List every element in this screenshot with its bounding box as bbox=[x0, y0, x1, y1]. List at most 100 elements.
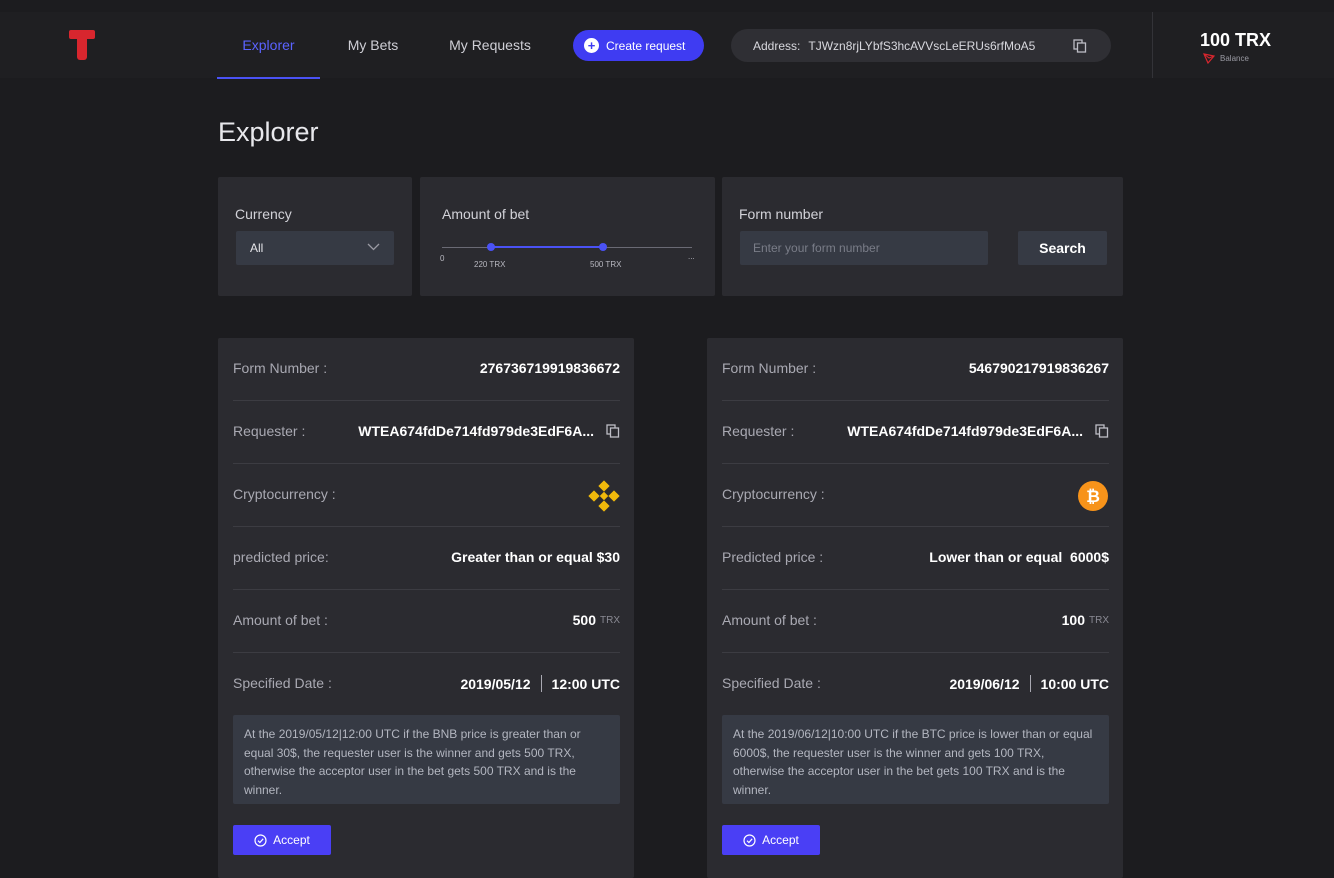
amount-slider-high-handle[interactable] bbox=[599, 243, 607, 251]
tron-icon bbox=[1203, 53, 1215, 64]
page-title: Explorer bbox=[218, 117, 319, 147]
copy-icon[interactable] bbox=[1095, 424, 1109, 438]
cryptocurrency-row: Cryptocurrency : bbox=[233, 464, 620, 527]
predicted-price-value: Lower than or equal 6000$ bbox=[929, 549, 1109, 565]
requester-value-group: WTEA674fdDe714fd979de3EdF6A... bbox=[358, 423, 620, 439]
amount-row: Amount of bet : 500 TRX bbox=[233, 590, 620, 653]
bet-card: Form Number : 276736719919836672 Request… bbox=[218, 338, 634, 878]
specified-date-key: Specified Date : bbox=[722, 675, 821, 691]
specified-date-row: Specified Date : 2019/05/12 12:00 UTC bbox=[233, 653, 620, 716]
form-number-filter-panel: Form number Search bbox=[722, 177, 1123, 296]
tab-my-bets[interactable]: My Bets bbox=[330, 12, 416, 78]
address-value: TJWzn8rjLYbfS3hcAVVscLeERUs6rfMoA5 bbox=[808, 38, 1036, 53]
active-tab-indicator bbox=[217, 77, 320, 79]
address-label: Address: bbox=[753, 38, 801, 53]
amount-value-group: 100 TRX bbox=[1062, 612, 1109, 628]
amount-value: 100 bbox=[1061, 612, 1085, 628]
balance-label: Balance bbox=[1220, 54, 1249, 63]
svg-text:₿: ₿ bbox=[1086, 487, 1100, 507]
cryptocurrency-key: Cryptocurrency : bbox=[722, 486, 825, 502]
amount-row: Amount of bet : 100 TRX bbox=[722, 590, 1109, 653]
date-value: 2019/06/12 bbox=[949, 675, 1020, 692]
predicted-price-row: predicted price: Greater than or equal $… bbox=[233, 527, 620, 590]
amount-unit: TRX bbox=[1089, 614, 1109, 626]
balance-amount: 100 TRX bbox=[1200, 30, 1272, 50]
time-value: 10:00 UTC bbox=[1040, 675, 1109, 692]
amount-value-group: 500 TRX bbox=[573, 612, 620, 628]
amount-key: Amount of bet : bbox=[722, 612, 817, 628]
requester-row: Requester : WTEA674fdDe714fd979de3EdF6A.… bbox=[722, 401, 1109, 464]
date-value: 2019/05/12 bbox=[460, 675, 531, 692]
requester-key: Requester : bbox=[233, 423, 306, 439]
cryptocurrency-value: ₿ bbox=[1077, 480, 1109, 512]
predicted-price-key: Predicted price : bbox=[722, 549, 824, 565]
bnb-icon bbox=[588, 480, 620, 512]
check-circle-icon bbox=[743, 833, 756, 847]
specified-date-value-group: 2019/06/12 10:00 UTC bbox=[949, 675, 1109, 692]
date-separator bbox=[1029, 675, 1031, 692]
predicted-price-key: predicted price: bbox=[233, 549, 329, 565]
bet-description: At the 2019/06/12|10:00 UTC if the BTC p… bbox=[722, 715, 1109, 804]
accept-button[interactable]: Accept bbox=[722, 825, 820, 855]
form-number-row: Form Number : 546790217919836267 bbox=[722, 338, 1109, 401]
currency-select-value: All bbox=[250, 241, 264, 255]
requester-value-group: WTEA674fdDe714fd979de3EdF6A... bbox=[847, 423, 1109, 439]
slider-min-label: 0 bbox=[440, 254, 445, 263]
form-number-key: Form Number : bbox=[233, 360, 328, 376]
top-bar: Explorer My Bets My Requests + Create re… bbox=[0, 12, 1334, 78]
specified-date-row: Specified Date : 2019/06/12 10:00 UTC bbox=[722, 653, 1109, 716]
amount-unit: TRX bbox=[600, 614, 620, 626]
form-number-row: Form Number : 276736719919836672 bbox=[233, 338, 620, 401]
amount-key: Amount of bet : bbox=[233, 612, 328, 628]
slider-high-label: 500 TRX bbox=[590, 260, 622, 269]
form-number-label: Form number bbox=[739, 206, 824, 222]
copy-icon[interactable] bbox=[606, 424, 620, 438]
specified-date-value-group: 2019/05/12 12:00 UTC bbox=[460, 675, 620, 692]
slider-max-label: ... bbox=[688, 252, 695, 261]
create-request-label: Create request bbox=[606, 38, 686, 53]
cryptocurrency-value bbox=[588, 480, 620, 512]
create-request-button[interactable]: + Create request bbox=[573, 30, 704, 61]
tab-explorer[interactable]: Explorer bbox=[217, 12, 320, 78]
form-number-input[interactable] bbox=[740, 231, 988, 265]
amount-slider-range bbox=[491, 246, 603, 248]
form-number-value: 546790217919836267 bbox=[968, 360, 1109, 376]
check-circle-icon bbox=[254, 833, 267, 847]
balance-label-row: Balance bbox=[1203, 53, 1249, 64]
chevron-down-icon bbox=[367, 243, 380, 251]
form-number-value: 276736719919836672 bbox=[479, 360, 620, 376]
currency-filter-panel: Currency All bbox=[218, 177, 412, 296]
amount-filter-panel: Amount of bet 0 220 TRX 500 TRX ... bbox=[420, 177, 715, 296]
cryptocurrency-row: Cryptocurrency : ₿ bbox=[722, 464, 1109, 527]
amount-value: 500 bbox=[572, 612, 596, 628]
time-value: 12:00 UTC bbox=[551, 675, 620, 692]
accept-label: Accept bbox=[273, 833, 310, 847]
specified-date-key: Specified Date : bbox=[233, 675, 332, 691]
copy-icon[interactable] bbox=[1073, 39, 1087, 53]
search-button[interactable]: Search bbox=[1018, 231, 1107, 265]
form-number-key: Form Number : bbox=[722, 360, 817, 376]
requester-key: Requester : bbox=[722, 423, 795, 439]
requester-value: WTEA674fdDe714fd979de3EdF6A... bbox=[358, 423, 594, 439]
predicted-price-row: Predicted price : Lower than or equal 60… bbox=[722, 527, 1109, 590]
amount-label: Amount of bet bbox=[442, 206, 530, 222]
date-separator bbox=[540, 675, 542, 692]
requester-value: WTEA674fdDe714fd979de3EdF6A... bbox=[847, 423, 1083, 439]
cryptocurrency-key: Cryptocurrency : bbox=[233, 486, 336, 502]
slider-low-label: 220 TRX bbox=[474, 260, 506, 269]
plus-icon: + bbox=[584, 38, 599, 53]
accept-button[interactable]: Accept bbox=[233, 825, 331, 855]
requester-row: Requester : WTEA674fdDe714fd979de3EdF6A.… bbox=[233, 401, 620, 464]
accept-label: Accept bbox=[762, 833, 799, 847]
app-logo-icon[interactable] bbox=[68, 28, 96, 62]
amount-slider-low-handle[interactable] bbox=[487, 243, 495, 251]
currency-select[interactable]: All bbox=[236, 231, 394, 265]
predicted-price-value: Greater than or equal $30 bbox=[451, 549, 620, 565]
bitcoin-icon: ₿ bbox=[1078, 481, 1108, 511]
header-divider bbox=[1152, 12, 1153, 78]
tab-my-requests[interactable]: My Requests bbox=[434, 12, 546, 78]
bet-card: Form Number : 546790217919836267 Request… bbox=[707, 338, 1123, 878]
address-pill: Address: TJWzn8rjLYbfS3hcAVVscLeERUs6rfM… bbox=[731, 29, 1111, 62]
currency-label: Currency bbox=[235, 206, 292, 222]
bet-description: At the 2019/05/12|12:00 UTC if the BNB p… bbox=[233, 715, 620, 804]
